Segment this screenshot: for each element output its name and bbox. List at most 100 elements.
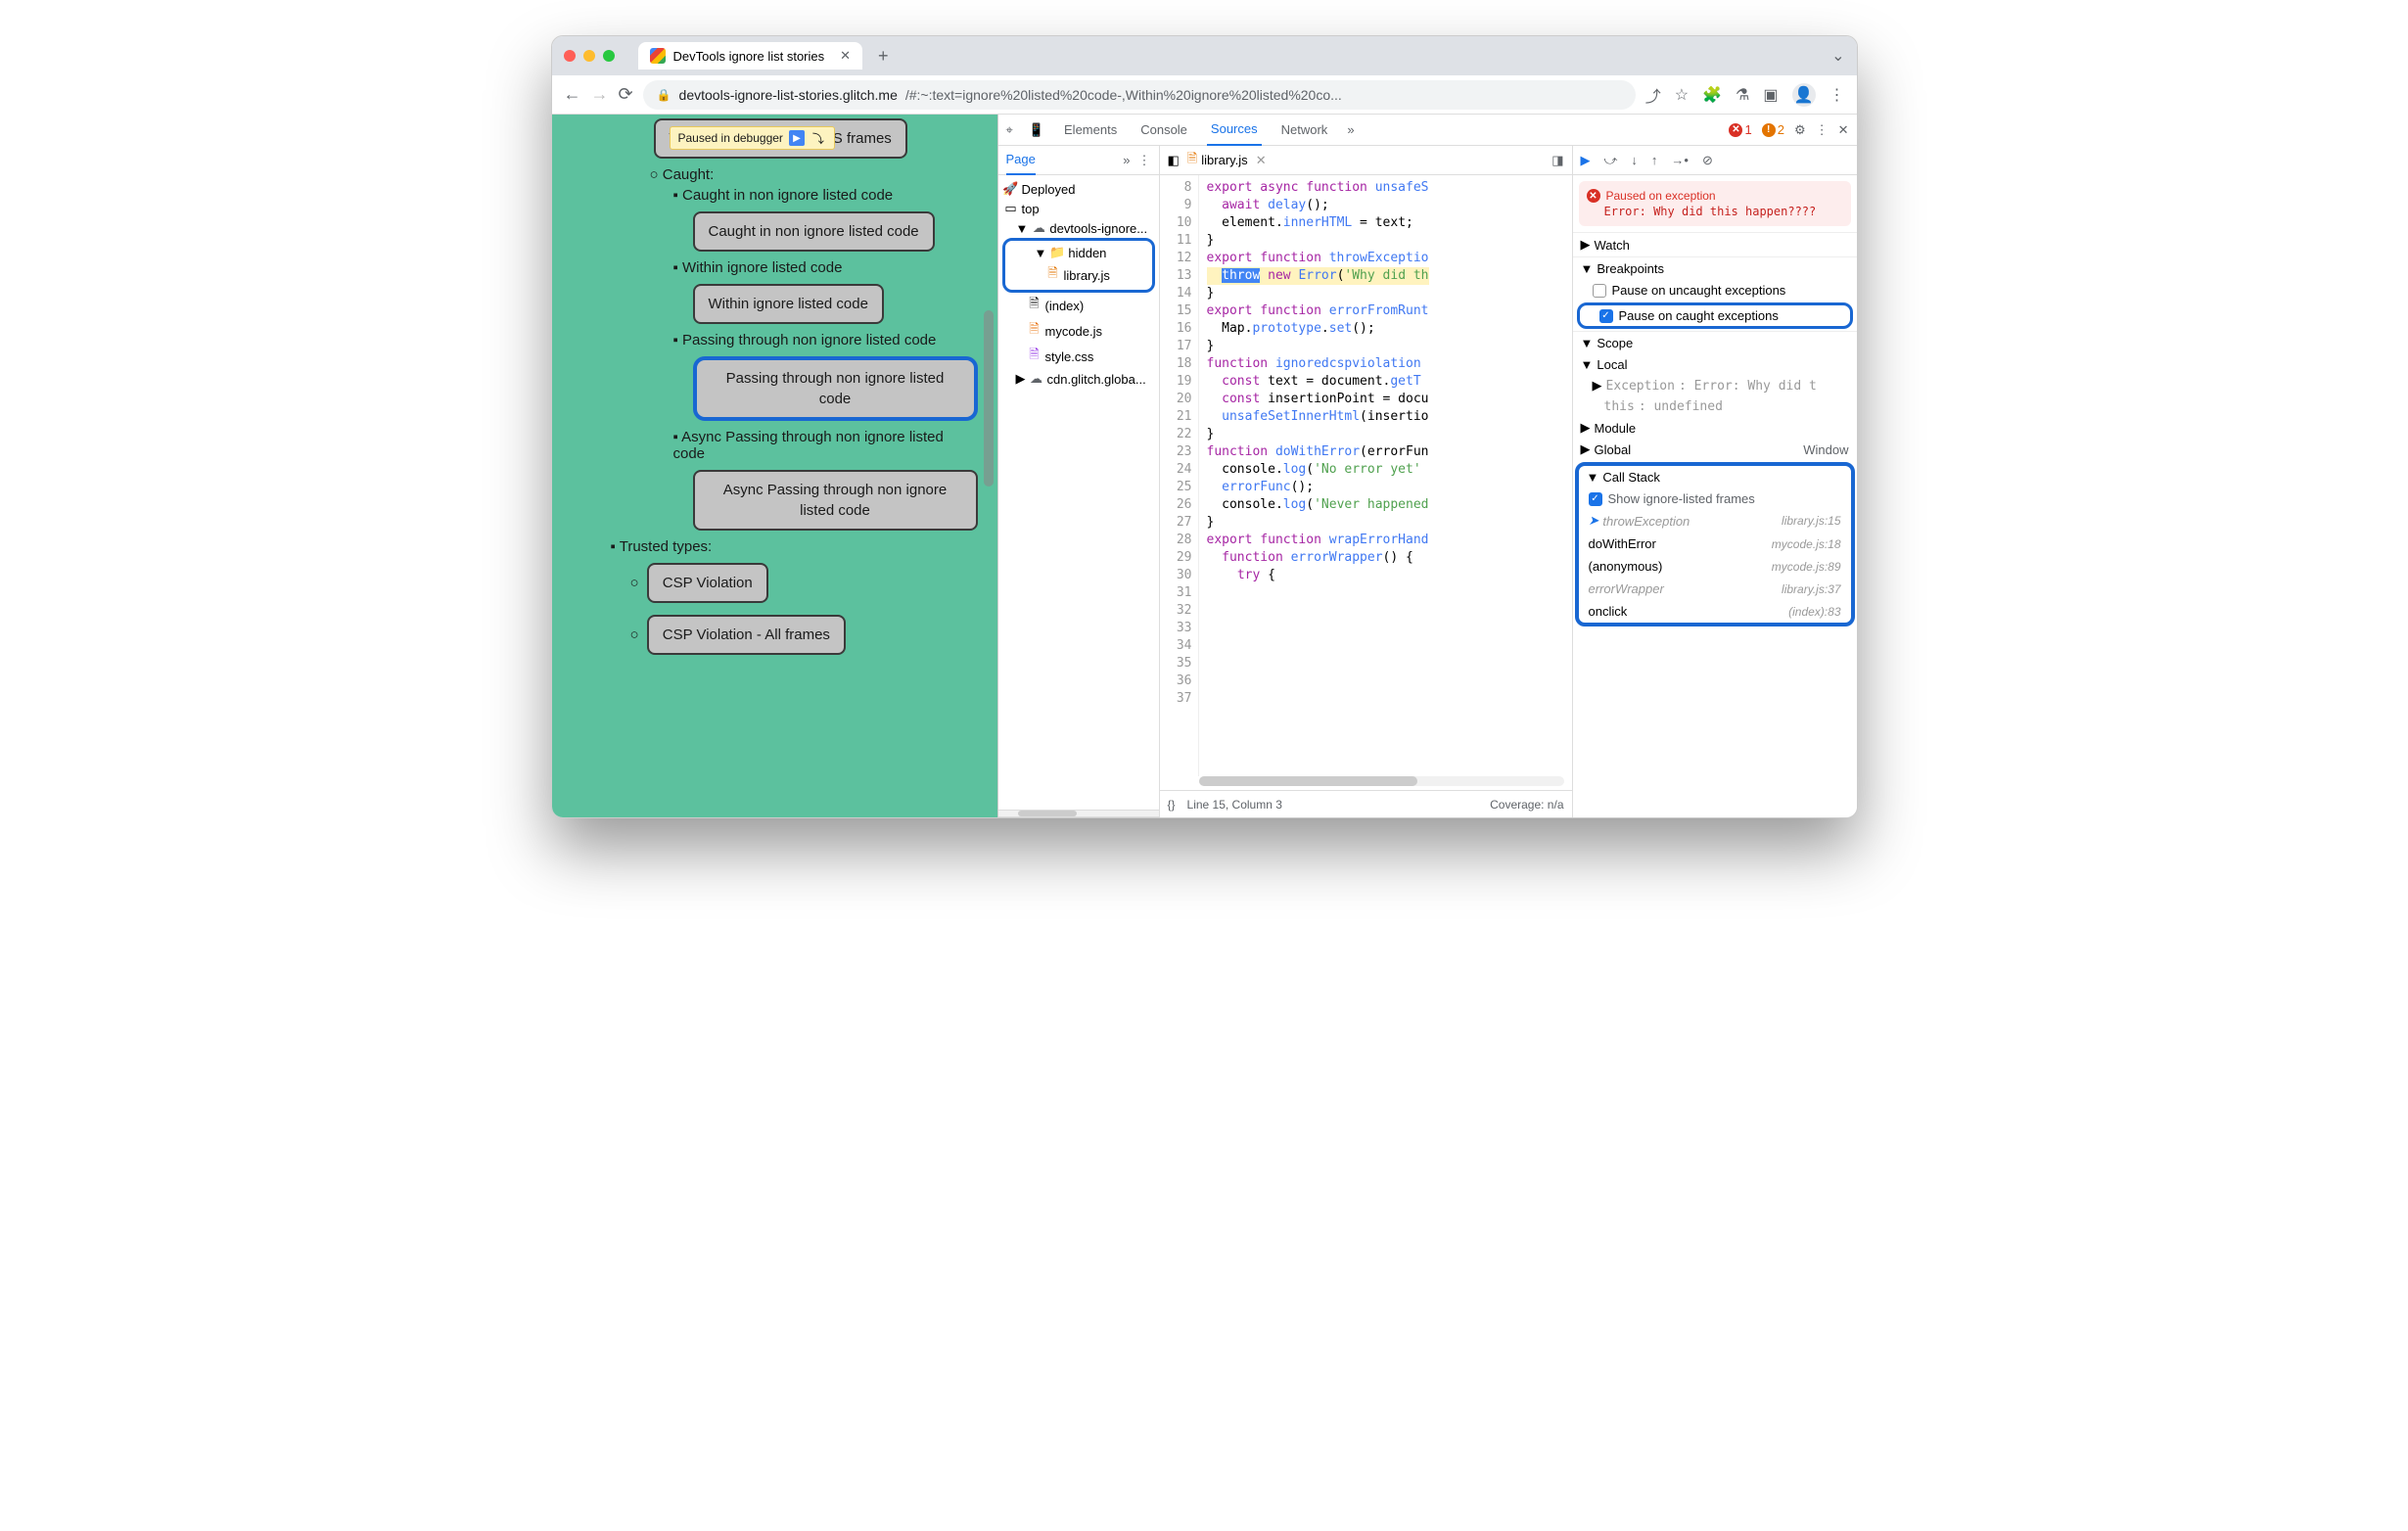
- pretty-print-icon[interactable]: {}: [1168, 798, 1176, 812]
- code-editor[interactable]: export async function unsafeS await dela…: [1199, 175, 1572, 776]
- toolbar: ← → ⟳ 🔒 devtools-ignore-list-stories.gli…: [552, 75, 1857, 115]
- labs-icon[interactable]: ⚗: [1736, 85, 1749, 105]
- editor-hscroll[interactable]: [1199, 776, 1564, 786]
- settings-icon[interactable]: ⚙: [1794, 122, 1806, 138]
- pause-message: ✕Paused on exception Error: Why did this…: [1579, 181, 1851, 226]
- tree-style-css[interactable]: 🗎style.css: [998, 344, 1159, 369]
- scope-exception[interactable]: ▶Exception: Error: Why did t: [1573, 375, 1857, 396]
- pause-uncaught-checkbox[interactable]: Pause on uncaught exceptions: [1573, 280, 1857, 301]
- toggle-debugger-icon[interactable]: ◨: [1551, 153, 1563, 168]
- coverage-label: Coverage: n/a: [1490, 798, 1563, 812]
- forward-button[interactable]: →: [591, 84, 609, 105]
- nav-hscroll[interactable]: [998, 810, 1159, 817]
- tree-deployed[interactable]: 🚀Deployed: [998, 179, 1159, 199]
- menu-button[interactable]: ⋮: [1829, 85, 1845, 105]
- step-over-icon[interactable]: ⤻: [1604, 153, 1618, 168]
- step-button[interactable]: ⤵: [810, 130, 826, 146]
- callstack-frame[interactable]: doWithErrormycode.js:18: [1579, 533, 1851, 555]
- tabs-dropdown-button[interactable]: ⌄: [1831, 46, 1844, 66]
- hidden-folder-highlight: ▼📁hidden 🗎library.js: [1002, 238, 1155, 293]
- reload-button[interactable]: ⟳: [619, 84, 633, 105]
- tree-mycode-js[interactable]: 🗎mycode.js: [998, 318, 1159, 344]
- tree-origin[interactable]: ▼☁devtools-ignore...: [998, 218, 1159, 238]
- list-item: Within ignore listed code: [673, 259, 978, 276]
- tab-sources[interactable]: Sources: [1207, 115, 1262, 146]
- close-devtools-icon[interactable]: ✕: [1838, 122, 1849, 138]
- navigator-menu-button[interactable]: ⋮: [1138, 153, 1151, 168]
- side-panel-icon[interactable]: ▣: [1763, 85, 1778, 105]
- avatar-button[interactable]: 👤: [1792, 83, 1816, 107]
- scope-global[interactable]: ▶GlobalWindow: [1573, 439, 1857, 460]
- tree-top[interactable]: ▭top: [998, 199, 1159, 218]
- caught-header: Caught:: [650, 166, 978, 183]
- trusted-types-header: Trusted types:: [611, 538, 978, 555]
- callstack-section[interactable]: ▼Call Stack: [1579, 466, 1851, 488]
- navigator-pane: Page » ⋮ 🚀Deployed ▭top ▼☁devtools-ignor…: [998, 146, 1160, 817]
- scope-section[interactable]: ▼Scope: [1573, 332, 1857, 354]
- maximize-window-button[interactable]: [603, 50, 615, 62]
- address-bar[interactable]: 🔒 devtools-ignore-list-stories.glitch.me…: [643, 80, 1636, 110]
- line-gutter: 8910111213141516171819202122232425262728…: [1160, 175, 1199, 776]
- content-area: Paused in debugger ▶ ⤵ WebAssembly trap …: [552, 115, 1857, 817]
- tab-title: DevTools ignore list stories: [673, 49, 825, 64]
- navigator-more-button[interactable]: »: [1123, 153, 1130, 167]
- tree-index[interactable]: 🗎(index): [998, 293, 1159, 318]
- callstack-frame[interactable]: (anonymous)mycode.js:89: [1579, 555, 1851, 578]
- tree-cdn[interactable]: ▶☁cdn.glitch.globa...: [998, 369, 1159, 389]
- favicon: [650, 48, 666, 64]
- async-pass-button[interactable]: Async Passing through non ignore listed …: [693, 470, 978, 531]
- pause-caught-checkbox[interactable]: ✓Pause on caught exceptions: [1580, 305, 1850, 326]
- breakpoints-section[interactable]: ▼Breakpoints: [1573, 257, 1857, 280]
- more-tabs-button[interactable]: »: [1347, 122, 1354, 137]
- inspect-icon[interactable]: ⌖: [1006, 122, 1013, 138]
- callstack-frame[interactable]: errorWrapperlibrary.js:37: [1579, 578, 1851, 600]
- close-window-button[interactable]: [564, 50, 576, 62]
- callstack-frame[interactable]: onclick(index):83: [1579, 600, 1851, 623]
- url-path: /#:~:text=ignore%20listed%20code-,Within…: [905, 87, 1342, 103]
- pass-through-button[interactable]: Passing through non ignore listed code: [693, 356, 978, 421]
- resume-icon[interactable]: ▶: [1581, 153, 1591, 168]
- tab-elements[interactable]: Elements: [1060, 115, 1121, 146]
- lock-icon: 🔒: [657, 88, 671, 102]
- list-item: Caught in non ignore listed code: [673, 187, 978, 204]
- paused-overlay: Paused in debugger ▶ ⤵: [670, 126, 835, 150]
- tab-network[interactable]: Network: [1277, 115, 1332, 146]
- resume-button[interactable]: ▶: [789, 130, 805, 146]
- step-into-icon[interactable]: ↓: [1631, 153, 1638, 167]
- tree-hidden-folder[interactable]: ▼📁hidden: [1005, 243, 1152, 262]
- caught-button[interactable]: Caught in non ignore listed code: [693, 211, 935, 252]
- bookmark-icon[interactable]: ☆: [1675, 85, 1689, 105]
- close-tab-button[interactable]: ✕: [840, 48, 851, 64]
- editor-file-tab[interactable]: 🗎library.js✕: [1187, 150, 1267, 171]
- csp-violation-button[interactable]: CSP Violation: [647, 563, 768, 603]
- new-tab-button[interactable]: +: [878, 46, 889, 67]
- minimize-window-button[interactable]: [583, 50, 595, 62]
- step-out-icon[interactable]: ↑: [1651, 153, 1658, 167]
- errors-badge[interactable]: ✕1: [1729, 122, 1751, 137]
- scope-local[interactable]: ▼Local: [1573, 354, 1857, 375]
- within-button[interactable]: Within ignore listed code: [693, 284, 884, 324]
- device-mode-icon[interactable]: 📱: [1029, 122, 1044, 138]
- scope-module[interactable]: ▶Module: [1573, 417, 1857, 439]
- warnings-badge[interactable]: !2: [1762, 122, 1784, 137]
- tab-console[interactable]: Console: [1136, 115, 1191, 146]
- navigator-tab-page[interactable]: Page: [1006, 146, 1036, 175]
- watch-section[interactable]: ▶Watch: [1573, 233, 1857, 256]
- page-viewport: Paused in debugger ▶ ⤵ WebAssembly trap …: [552, 115, 997, 817]
- file-tree: 🚀Deployed ▭top ▼☁devtools-ignore... ▼📁hi…: [998, 175, 1159, 393]
- extensions-icon[interactable]: 🧩: [1702, 85, 1722, 105]
- toggle-navigator-icon[interactable]: ◧: [1168, 153, 1180, 168]
- browser-tab[interactable]: DevTools ignore list stories ✕: [638, 42, 863, 70]
- csp-violation-all-button[interactable]: CSP Violation - All frames: [647, 615, 846, 655]
- step-icon[interactable]: →•: [1671, 153, 1689, 167]
- show-ignored-frames-checkbox[interactable]: ✓Show ignore-listed frames: [1579, 488, 1851, 509]
- share-icon[interactable]: ⤴: [1645, 83, 1661, 107]
- tree-library-js[interactable]: 🗎library.js: [1005, 262, 1152, 288]
- debugger-pane: ▶ ⤻ ↓ ↑ →• ⊘ ✕Paused on exception Error:…: [1573, 146, 1857, 817]
- deactivate-breakpoints-icon[interactable]: ⊘: [1702, 153, 1713, 168]
- traffic-lights: [564, 50, 615, 62]
- page-scrollbar[interactable]: [984, 310, 994, 487]
- callstack-frame[interactable]: ➤throwExceptionlibrary.js:15: [1579, 509, 1851, 533]
- back-button[interactable]: ←: [564, 84, 581, 105]
- devtools-menu-icon[interactable]: ⋮: [1816, 122, 1829, 138]
